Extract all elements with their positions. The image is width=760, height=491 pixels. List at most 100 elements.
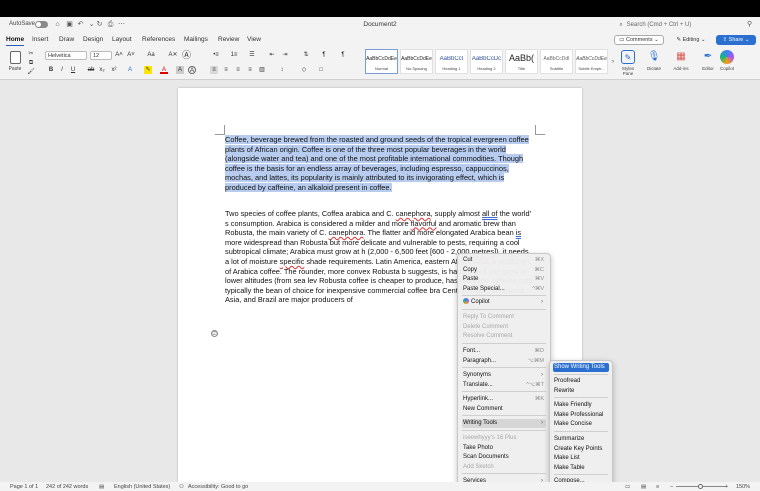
style-normal[interactable]: AaBbCcDdEe Normal — [365, 49, 398, 74]
paragraph-1[interactable]: Coffee, beverage brewed from the roasted… — [225, 135, 533, 193]
borders-button[interactable]: □ — [315, 66, 327, 74]
dictate-button[interactable]: 🎙 Dictate — [643, 50, 665, 78]
subscript-button[interactable]: x₂ — [98, 66, 106, 74]
tab-mailings[interactable]: Mailings — [184, 36, 208, 43]
menu-rewrite[interactable]: Rewrite — [553, 387, 609, 396]
web-layout-icon[interactable]: ≡ — [656, 484, 659, 490]
spelling-flag[interactable]: canephora — [329, 228, 364, 237]
underline-button[interactable]: U — [69, 66, 77, 74]
menu-font[interactable]: Font... ⌘D — [462, 347, 546, 356]
character-border-button[interactable]: A — [188, 66, 196, 74]
zoom-slider-handle[interactable] — [698, 484, 703, 489]
justify-button[interactable]: ≡ — [246, 66, 254, 74]
format-painter-icon[interactable]: 🖌 — [27, 68, 35, 76]
text-effects-icon[interactable]: Ⓐ — [182, 51, 191, 60]
menu-take-photo[interactable]: Take Photo — [462, 444, 546, 453]
editing-mode-button[interactable]: ✎ Editing ⌄ — [670, 35, 712, 45]
tab-home[interactable]: Home — [6, 36, 25, 47]
menu-synonyms[interactable]: Synonyms › — [462, 371, 546, 380]
zoom-in-icon[interactable]: + — [725, 484, 728, 490]
feedback-icon[interactable]: ⚲ — [747, 20, 756, 29]
word-count[interactable]: 242 of 242 words — [46, 484, 88, 490]
tab-review[interactable]: Review — [218, 36, 239, 43]
numbering-button[interactable]: 1≡ — [228, 51, 240, 59]
align-center-button[interactable]: ≡ — [222, 66, 230, 74]
paragraph-options-icon[interactable]: ⎚ — [211, 330, 218, 337]
bold-button[interactable]: B — [47, 66, 55, 74]
strikethrough-button[interactable]: ab — [86, 66, 96, 74]
tab-view[interactable]: View — [247, 36, 261, 43]
focus-icon[interactable]: ▭ — [625, 484, 630, 490]
grammar-flag[interactable]: all of — [482, 209, 498, 218]
language-status[interactable]: English (United States) — [114, 484, 170, 490]
spelling-flag[interactable]: canephora — [396, 209, 431, 218]
zoom-level[interactable]: 150% — [736, 484, 750, 490]
increase-indent-button[interactable]: ⇥ — [281, 51, 289, 59]
styles-pane-button[interactable]: ✎ Styles Pane — [617, 50, 639, 78]
menu-copilot[interactable]: Copilot › — [462, 298, 546, 307]
menu-make-friendly[interactable]: Make Friendly — [553, 401, 609, 410]
addins-button[interactable]: ▦ Add-ins — [670, 50, 692, 78]
italic-button[interactable]: I — [58, 66, 66, 74]
font-size-select[interactable]: 12 — [90, 51, 112, 60]
grammar-flag[interactable]: is — [516, 228, 521, 237]
cut-icon[interactable]: ✂ — [27, 50, 35, 58]
menu-make-table[interactable]: Make Table — [553, 464, 609, 473]
style-heading-2[interactable]: AaBbCcDc Heading 2 — [470, 49, 503, 74]
copy-icon[interactable]: ⧉ — [27, 59, 35, 67]
line-spacing-button[interactable]: ↕ — [276, 66, 288, 74]
align-right-button[interactable]: ≡ — [234, 66, 242, 74]
comments-button[interactable]: ▭ Comments ⌄ — [614, 35, 664, 45]
tab-references[interactable]: References — [142, 36, 175, 43]
tab-draw[interactable]: Draw — [59, 36, 74, 43]
chevron-right-icon[interactable]: › — [609, 58, 617, 66]
style-subtitle[interactable]: AaBbCcDdI Subtitle — [540, 49, 573, 74]
shading-button[interactable]: ◇ — [298, 66, 310, 74]
clear-formatting-button[interactable]: A✕ — [168, 51, 178, 59]
page-count[interactable]: Page 1 of 1 — [10, 484, 38, 490]
accessibility-status[interactable]: Accessibility: Good to go — [188, 484, 248, 490]
show-marks-button[interactable]: ¶ — [320, 51, 328, 59]
proofing-icon[interactable]: ▤ — [99, 484, 104, 490]
menu-cut[interactable]: Cut ⌘X — [462, 256, 546, 265]
paste-button[interactable]: Paste — [6, 51, 24, 77]
style-subtle-emphasis[interactable]: AaBbCcDdEe Subtle Emph... — [575, 49, 608, 74]
menu-proofread[interactable]: Proofread — [553, 377, 609, 386]
spelling-flag[interactable]: specific — [280, 257, 305, 266]
menu-new-comment[interactable]: New Comment — [462, 405, 546, 414]
menu-make-professional[interactable]: Make Professional — [553, 411, 609, 420]
menu-writing-tools[interactable]: Writing Tools › — [462, 419, 546, 428]
font-name-select[interactable]: Helvetica — [45, 51, 87, 60]
columns-icon[interactable]: ▥ — [258, 66, 266, 74]
search-box[interactable]: ⌕ Search (Cmd + Ctrl + U) — [617, 20, 743, 30]
character-shading-button[interactable]: A — [176, 66, 184, 74]
change-case-button[interactable]: Aa — [145, 51, 157, 59]
menu-show-writing-tools[interactable]: Show Writing Tools — [553, 363, 609, 372]
menu-paragraph[interactable]: Paragraph... ⌥⌘M — [462, 357, 546, 366]
share-button[interactable]: ⇪ Share ⌄ — [716, 35, 756, 45]
decrease-indent-button[interactable]: ⇤ — [268, 51, 276, 59]
bullets-button[interactable]: •≡ — [210, 51, 222, 59]
menu-translate[interactable]: Translate... ^⌥⌘T — [462, 381, 546, 390]
style-title[interactable]: AaBb( Title — [505, 49, 538, 74]
highlight-button[interactable]: ✎ — [144, 66, 152, 74]
menu-hyperlink[interactable]: Hyperlink... ⌘K — [462, 395, 546, 404]
menu-paste-special[interactable]: Paste Special... ^⌘V — [462, 285, 546, 294]
zoom-out-icon[interactable]: − — [670, 484, 673, 490]
menu-create-key-points[interactable]: Create Key Points — [553, 445, 609, 454]
copilot-button[interactable]: Copilot — [716, 50, 738, 78]
menu-summarize[interactable]: Summarize — [553, 435, 609, 444]
style-heading-1[interactable]: AaBbCcI Heading 1 — [435, 49, 468, 74]
multilevel-list-button[interactable]: ☰ — [246, 51, 258, 59]
menu-copy[interactable]: Copy ⌘C — [462, 266, 546, 275]
text-effects-button[interactable]: A — [126, 66, 134, 74]
menu-make-list[interactable]: Make List — [553, 454, 609, 463]
superscript-button[interactable]: x² — [110, 66, 118, 74]
menu-make-concise[interactable]: Make Concise — [553, 420, 609, 429]
print-layout-icon[interactable]: ▤ — [641, 484, 646, 490]
grow-font-button[interactable]: A˄ — [115, 51, 123, 59]
align-left-button[interactable]: ≡ — [210, 66, 218, 74]
font-color-button[interactable]: A — [160, 66, 168, 74]
spelling-flag[interactable]: flavorful — [411, 219, 437, 228]
menu-paste[interactable]: Paste ⌘V — [462, 275, 546, 284]
